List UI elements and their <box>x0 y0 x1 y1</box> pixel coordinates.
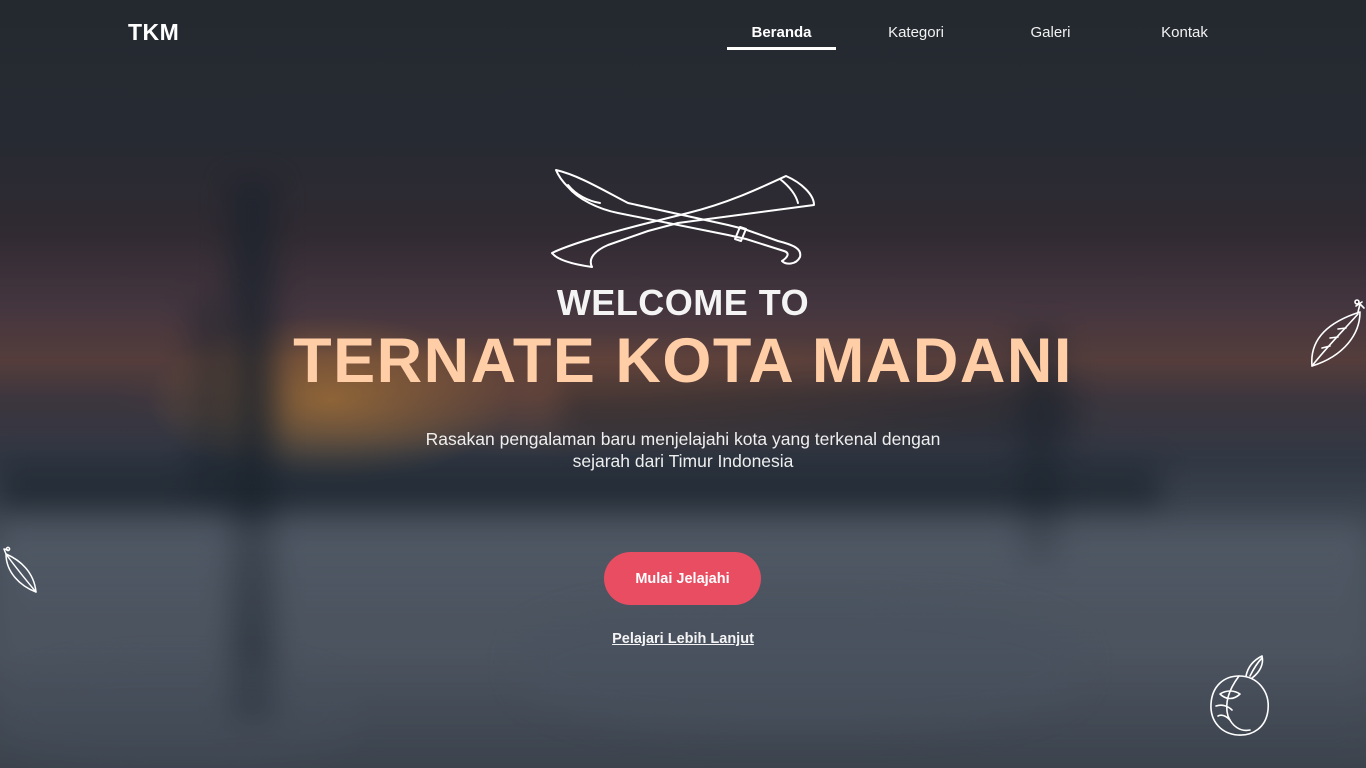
crossed-swords-icon <box>551 169 815 268</box>
hero-welcome-text: WELCOME TO <box>556 282 810 323</box>
nav-item-kategori[interactable]: Kategori <box>862 24 970 41</box>
nav-item-beranda[interactable]: Beranda <box>727 24 836 41</box>
nav-item-galeri[interactable]: Galeri <box>996 24 1105 41</box>
explore-button[interactable]: Mulai Jelajahi <box>604 552 761 605</box>
nutmeg-icon <box>1210 655 1269 736</box>
learn-more-container: Pelajari Lebih Lanjut <box>0 630 1366 648</box>
clove-leaf-icon <box>3 546 37 593</box>
hero-subtitle-line1: Rasakan pengalaman baru menjelajahi kota… <box>425 429 941 449</box>
hero-subtitle: Rasakan pengalaman baru menjelajahi kota… <box>0 428 1366 472</box>
hero-subtitle-line2: sejarah dari Timur Indonesia <box>572 451 794 471</box>
hero-title: TERNATE KOTA MADANI <box>293 326 1073 396</box>
nav-item-kontak[interactable]: Kontak <box>1130 24 1239 41</box>
clove-leaf-icon <box>1311 299 1365 367</box>
nav-active-indicator <box>727 47 836 50</box>
main-nav: Beranda Kategori Galeri Kontak <box>0 0 1366 60</box>
learn-more-link[interactable]: Pelajari Lebih Lanjut <box>612 631 754 647</box>
